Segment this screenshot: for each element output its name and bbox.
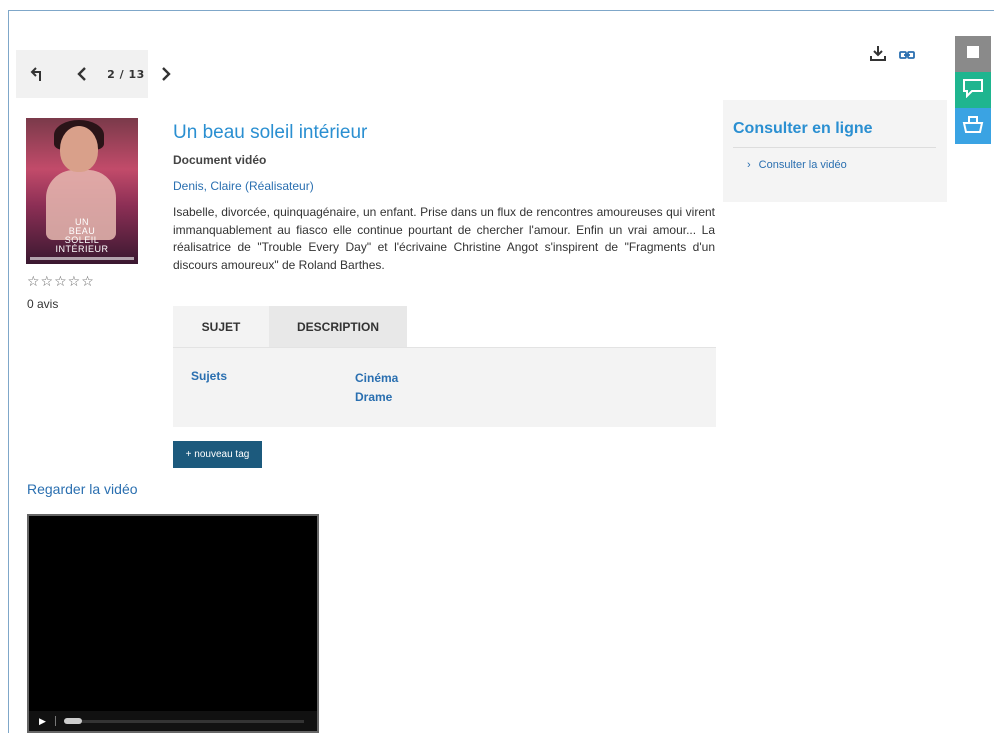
author-link[interactable]: Denis, Claire (Réalisateur) <box>173 179 314 193</box>
summary-text: Isabelle, divorcée, quinquagénaire, un e… <box>173 205 715 272</box>
tab-panel-sujet: Sujets Cinéma Drame <box>173 348 716 427</box>
play-icon[interactable]: ▶ <box>39 716 55 727</box>
tab-description[interactable]: DESCRIPTION <box>269 306 407 347</box>
video-player[interactable]: ▶ <box>27 514 319 733</box>
detail-tabs: SUJET DESCRIPTION Sujets Cinéma Drame <box>173 306 716 427</box>
video-progress-handle[interactable] <box>64 717 82 724</box>
record-counter: 2 / 13 <box>104 50 148 98</box>
video-controls: ▶ <box>29 711 317 731</box>
record-title: Un beau soleil intérieur <box>173 122 368 143</box>
comment-button[interactable] <box>955 72 991 108</box>
chevron-right-icon <box>160 67 172 81</box>
side-toolbar <box>955 36 991 144</box>
tab-sujet[interactable]: SUJET <box>173 306 269 347</box>
video-progress-track[interactable] <box>64 717 304 724</box>
record-navigation: 2 / 13 <box>16 50 184 98</box>
new-tag-button[interactable]: + nouveau tag <box>173 441 262 468</box>
video-heading: Regarder la vidéo <box>27 481 138 497</box>
review-count: 0 avis <box>27 297 59 311</box>
subjects-label: Sujets <box>191 369 228 383</box>
consult-heading: Consulter en ligne <box>733 120 873 137</box>
previous-button[interactable] <box>60 50 104 98</box>
subjects-list: Cinéma Drame <box>355 369 398 407</box>
basket-button[interactable] <box>955 108 991 144</box>
chevron-right-icon: › <box>747 159 751 171</box>
stop-icon <box>967 45 979 63</box>
consult-video-link[interactable]: › Consulter la vidéo <box>747 159 847 171</box>
link-icon[interactable] <box>899 47 915 65</box>
stop-button[interactable] <box>955 36 991 72</box>
chevron-left-icon <box>76 67 88 81</box>
record-tools <box>869 44 915 67</box>
download-icon[interactable] <box>869 44 887 67</box>
subject-link[interactable]: Drame <box>355 388 398 407</box>
return-arrow-icon <box>30 66 46 82</box>
next-button[interactable] <box>148 50 184 98</box>
document-type: Document vidéo <box>173 153 267 167</box>
movie-poster[interactable]: UN BEAU SOLEIL INTÉRIEUR <box>26 118 138 264</box>
basket-icon <box>962 114 984 139</box>
comment-icon <box>962 78 984 103</box>
consult-online-panel: Consulter en ligne › Consulter la vidéo <box>723 100 947 202</box>
rating-stars[interactable]: ☆☆☆☆☆ <box>27 274 95 290</box>
back-button[interactable] <box>16 50 60 98</box>
poster-title: UN BEAU SOLEIL INTÉRIEUR <box>55 217 109 254</box>
subject-link[interactable]: Cinéma <box>355 369 398 388</box>
